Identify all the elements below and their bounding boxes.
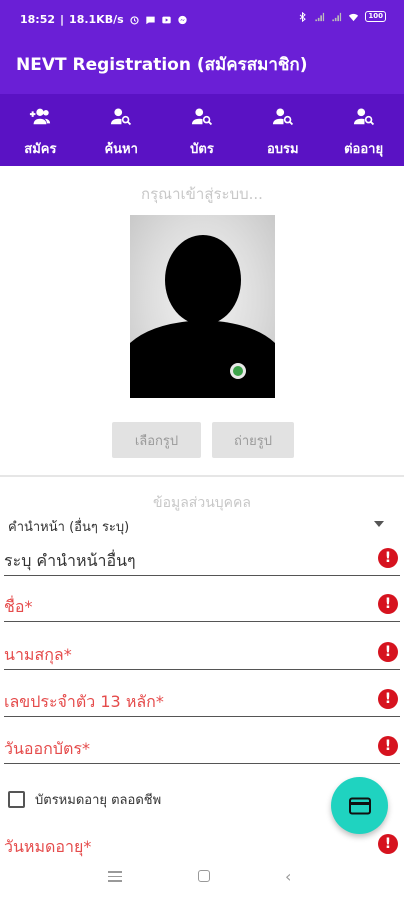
signal-icon — [332, 12, 342, 21]
tab-card[interactable]: บัตร — [162, 94, 243, 166]
last-name-field[interactable]: นามสกุล* ! — [4, 640, 400, 670]
app-bar: NEVT Registration (สมัครสมาชิก) — [0, 34, 404, 94]
tab-renew[interactable]: ต่ออายุ — [323, 94, 404, 166]
other-prefix-placeholder: ระบุ คำนำหน้าอื่นๆ — [4, 551, 136, 570]
messenger-icon — [178, 15, 187, 24]
avatar-placeholder-icon — [130, 235, 275, 398]
expiry-date-placeholder: วันหมดอายุ* — [4, 837, 92, 856]
person-search-icon — [191, 108, 213, 126]
error-icon: ! — [378, 642, 398, 662]
back-icon[interactable]: ‹ — [285, 867, 291, 886]
lifetime-checkbox-row[interactable]: บัตรหมดอายุ ตลอดชีพ — [8, 788, 161, 810]
lifetime-checkbox[interactable] — [8, 790, 25, 808]
other-prefix-field[interactable]: ระบุ คำนำหน้าอื่นๆ ! — [4, 546, 400, 576]
add-person-icon — [30, 108, 51, 125]
issue-date-field[interactable]: วันออกบัตร* ! — [4, 734, 400, 764]
app-title: NEVT Registration (สมัครสมาชิก) — [16, 55, 308, 75]
error-icon: ! — [378, 736, 398, 756]
tab-label: ต่ออายุ — [344, 142, 384, 157]
login-hint: กรุณาเข้าสู่ระบบ... — [141, 185, 263, 203]
person-search-icon — [111, 108, 132, 126]
bluetooth-icon — [300, 11, 307, 22]
card-fab-button[interactable] — [331, 777, 388, 834]
person-search-icon — [353, 108, 374, 126]
tab-label: อบรม — [266, 142, 299, 157]
chat-icon — [146, 16, 155, 24]
error-icon: ! — [378, 548, 398, 568]
signal-icon — [315, 12, 325, 21]
prefix-select-value: คำนำหน้า (อื่นๆ ระบุ) — [8, 520, 130, 535]
tab-bar: สมัคร ค้นหา บัตร อบรม ต่ออายุ — [0, 94, 404, 166]
choose-photo-button[interactable]: เลือกรูป — [112, 422, 201, 458]
tab-label: สมัคร — [24, 142, 57, 157]
alarm-icon — [130, 15, 139, 24]
tab-register[interactable]: สมัคร — [0, 94, 81, 166]
tab-label: บัตร — [190, 142, 214, 157]
home-icon[interactable] — [198, 870, 210, 882]
section-title: ข้อมูลส่วนบุคคล — [153, 495, 251, 511]
system-nav-bar: ‹ — [0, 858, 404, 900]
status-network-speed: 18.1KB/s — [69, 13, 124, 26]
lifetime-checkbox-label: บัตรหมดอายุ ตลอดชีพ — [35, 792, 162, 808]
tab-label: ค้นหา — [104, 142, 138, 157]
tab-training[interactable]: อบรม — [242, 94, 323, 166]
divider — [0, 475, 404, 477]
first-name-field[interactable]: ชื่อ* ! — [4, 592, 400, 622]
person-search-icon — [272, 108, 293, 126]
wifi-icon — [349, 13, 359, 21]
issue-date-placeholder: วันออกบัตร* — [4, 739, 90, 758]
battery-icon: 100 — [365, 11, 386, 22]
profile-photo — [130, 215, 275, 398]
take-photo-button[interactable]: ถ่ายรูป — [212, 422, 294, 458]
video-icon — [162, 16, 171, 23]
last-name-placeholder: นามสกุล* — [4, 645, 72, 664]
status-bar: 18:52 | 18.1KB/s 100 — [0, 0, 404, 34]
error-icon: ! — [378, 689, 398, 709]
first-name-placeholder: ชื่อ* — [4, 597, 33, 616]
dropdown-arrow-icon — [374, 521, 384, 527]
card-icon — [348, 797, 371, 814]
error-icon: ! — [378, 834, 398, 854]
menu-icon[interactable] — [108, 871, 122, 882]
id-number-placeholder: เลขประจำตัว 13 หลัก* — [4, 692, 164, 711]
status-time: 18:52 — [20, 13, 56, 26]
prefix-select[interactable]: คำนำหน้า (อื่นๆ ระบุ) — [8, 514, 392, 536]
id-number-field[interactable]: เลขประจำตัว 13 หลัก* ! — [4, 687, 400, 717]
tab-search[interactable]: ค้นหา — [81, 94, 162, 166]
error-icon: ! — [378, 594, 398, 614]
